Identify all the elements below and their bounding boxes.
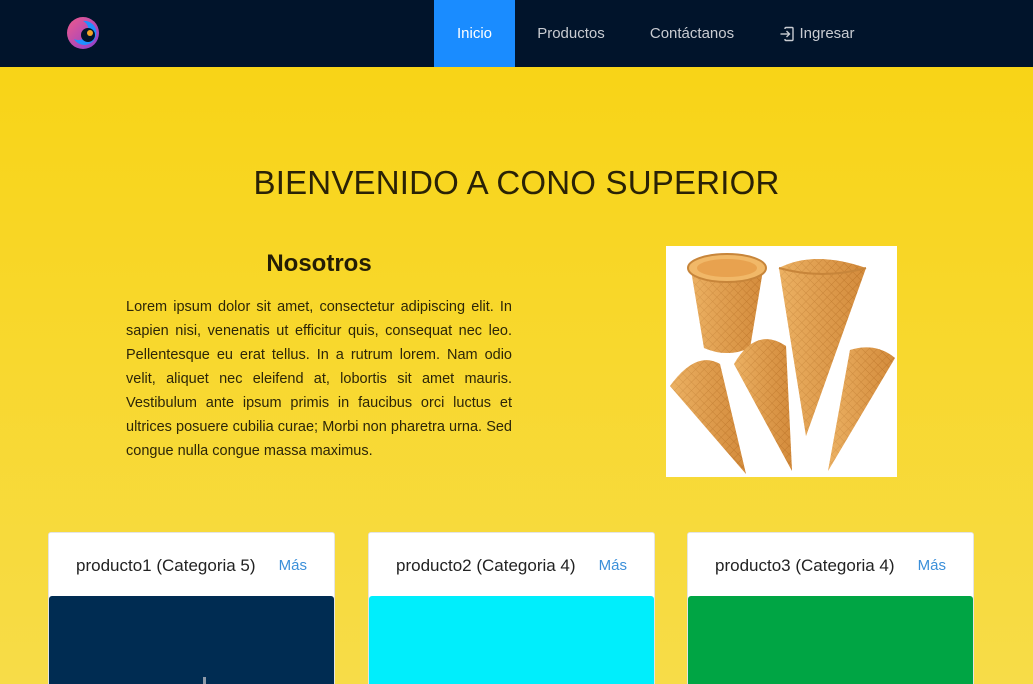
product-more-link[interactable]: Más <box>279 557 307 574</box>
ice-cream-cones-image <box>666 246 897 477</box>
product-title: producto3 (Categoria 4) <box>715 556 895 575</box>
login-icon <box>780 26 795 41</box>
product-card-header: producto3 (Categoria 4) Más <box>688 533 973 596</box>
product-image[interactable] <box>688 596 973 684</box>
about-text: Lorem ipsum dolor sit amet, consectetur … <box>126 299 512 459</box>
nav-inicio[interactable]: Inicio <box>434 0 515 67</box>
nav-productos[interactable]: Productos <box>522 0 620 67</box>
product-title: producto2 (Categoria 4) <box>396 556 576 575</box>
nav-contactanos[interactable]: Contáctanos <box>634 0 750 67</box>
product-card-header: producto1 (Categoria 5) Más <box>49 533 334 596</box>
navbar: Inicio Productos Contáctanos Ingresar <box>0 0 1033 67</box>
product-card: producto1 (Categoria 5) Más <box>48 532 335 684</box>
nav-ingresar-label: Ingresar <box>799 25 855 42</box>
product-image[interactable] <box>369 596 654 684</box>
nav-ingresar[interactable]: Ingresar <box>764 0 870 67</box>
product-title: producto1 (Categoria 5) <box>76 556 256 575</box>
product-card: producto2 (Categoria 4) Más <box>368 532 655 684</box>
product-card: producto3 (Categoria 4) Más <box>687 532 974 684</box>
product-more-link[interactable]: Más <box>918 557 946 574</box>
logo-icon[interactable] <box>66 15 102 51</box>
product-more-link[interactable]: Más <box>599 557 627 574</box>
product-card-header: producto2 (Categoria 4) Más <box>369 533 654 596</box>
product-image-glyph <box>203 677 206 684</box>
about-heading: Nosotros <box>266 250 372 277</box>
product-image[interactable] <box>49 596 334 684</box>
page-title: BIENVENIDO A CONO SUPERIOR <box>253 164 780 201</box>
